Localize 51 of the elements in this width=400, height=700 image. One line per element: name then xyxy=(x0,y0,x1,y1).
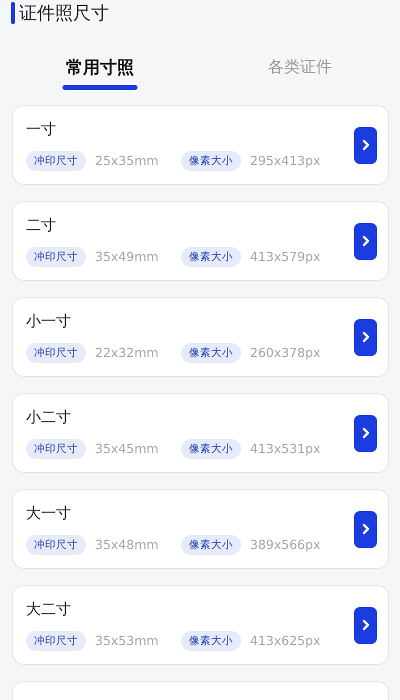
pixel-size-tag: 像素大小 xyxy=(181,246,241,266)
chevron-right-button[interactable] xyxy=(354,126,377,164)
pixel-size-tag: 像素大小 xyxy=(181,342,241,362)
chevron-right-icon xyxy=(360,139,370,151)
chevron-right-icon xyxy=(360,427,370,439)
chevron-right-button[interactable] xyxy=(354,606,377,644)
chevron-right-icon xyxy=(360,523,370,535)
chevron-right-button[interactable] xyxy=(354,318,377,356)
tab[interactable]: 常用寸照 xyxy=(0,54,200,88)
pixel-size-tag: 像素大小 xyxy=(181,630,241,650)
pixel-size-value: 413x531px xyxy=(250,441,320,456)
print-size-value: 22x32mm xyxy=(95,345,160,360)
pixel-size-value: 389x566px xyxy=(250,537,320,552)
chevron-right-icon xyxy=(360,619,370,631)
size-name: 小二寸 xyxy=(26,408,72,426)
size-card[interactable]: 小二寸 冲印尺寸 35x45mm 像素大小 413x531px xyxy=(12,393,389,473)
page-title: 证件照尺寸 xyxy=(19,2,109,25)
print-size-value: 35x48mm xyxy=(95,537,160,552)
pixel-size-value: 413x579px xyxy=(250,249,320,264)
print-size-tag: 冲印尺寸 xyxy=(26,246,86,266)
chevron-right-button[interactable] xyxy=(354,222,377,260)
size-card[interactable]: 小一寸 冲印尺寸 22x32mm 像素大小 260x378px xyxy=(12,297,389,377)
print-size-tag: 冲印尺寸 xyxy=(26,630,86,650)
pixel-size-value: 295x413px xyxy=(250,153,320,168)
size-card[interactable]: 二寸 冲印尺寸 35x49mm 像素大小 413x579px xyxy=(12,201,389,281)
print-size-value: 35x45mm xyxy=(95,441,160,456)
print-size-value: 35x53mm xyxy=(95,633,160,648)
print-size-tag: 冲印尺寸 xyxy=(26,438,86,458)
accent-bar xyxy=(11,2,15,24)
print-size-tag: 冲印尺寸 xyxy=(26,342,86,362)
size-card[interactable]: 大二寸 冲印尺寸 35x53mm 像素大小 413x625px xyxy=(12,585,389,665)
chevron-right-button[interactable] xyxy=(354,510,377,548)
size-name: 小一寸 xyxy=(26,312,72,330)
chevron-right-icon xyxy=(360,331,370,343)
pixel-size-value: 413x625px xyxy=(250,633,320,648)
size-name: 大二寸 xyxy=(26,600,72,618)
pixel-size-tag: 像素大小 xyxy=(181,438,241,458)
size-name: 一寸 xyxy=(26,120,57,138)
size-name: 大一寸 xyxy=(26,504,72,522)
print-size-tag: 冲印尺寸 xyxy=(26,150,86,170)
pixel-size-tag: 像素大小 xyxy=(181,150,241,170)
size-card[interactable]: 大一寸 冲印尺寸 35x48mm 像素大小 389x566px xyxy=(12,489,389,569)
chevron-right-button[interactable] xyxy=(354,414,377,452)
pixel-size-tag: 像素大小 xyxy=(181,534,241,554)
print-size-tag: 冲印尺寸 xyxy=(26,534,86,554)
size-card[interactable]: 一寸 冲印尺寸 25x35mm 像素大小 295x413px xyxy=(12,105,389,185)
print-size-value: 35x49mm xyxy=(95,249,160,264)
chevron-right-icon xyxy=(360,235,370,247)
pixel-size-value: 260x378px xyxy=(250,345,320,360)
size-name: 二寸 xyxy=(26,216,57,234)
print-size-value: 25x35mm xyxy=(95,153,160,168)
